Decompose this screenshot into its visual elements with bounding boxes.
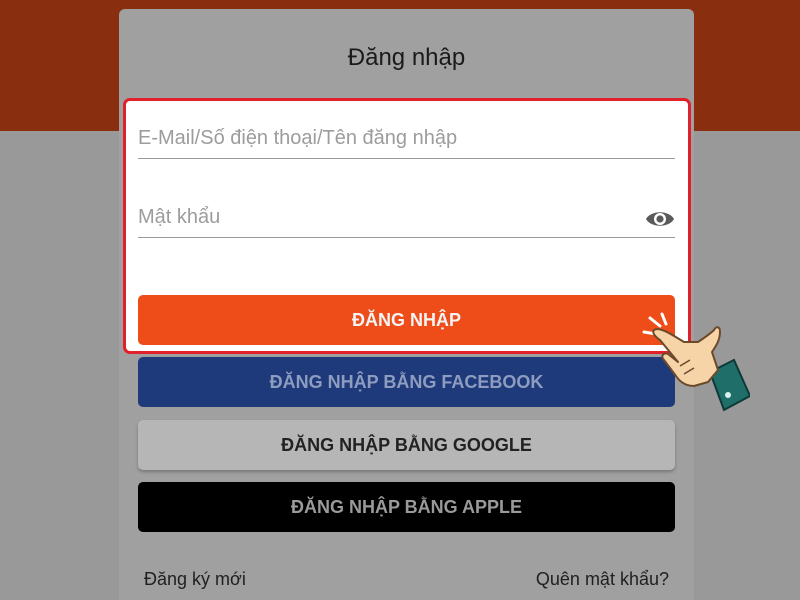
login-button[interactable]: ĐĂNG NHẬP — [138, 295, 675, 345]
facebook-login-button[interactable]: ĐĂNG NHẬP BẰNG FACEBOOK — [138, 357, 675, 407]
email-field-wrapper — [138, 119, 675, 159]
register-link[interactable]: Đăng ký mới — [144, 569, 246, 590]
pointing-hand-icon — [640, 312, 752, 422]
password-field-wrapper — [138, 198, 675, 238]
password-input[interactable] — [138, 198, 675, 237]
apple-login-button[interactable]: ĐĂNG NHẬP BẰNG APPLE — [138, 482, 675, 532]
eye-icon[interactable] — [645, 208, 675, 230]
email-input[interactable] — [138, 119, 675, 158]
forgot-password-link[interactable]: Quên mật khẩu? — [536, 569, 669, 590]
google-login-button[interactable]: ĐĂNG NHẬP BẰNG GOOGLE — [138, 420, 675, 470]
page-title: Đăng nhập — [347, 44, 466, 71]
